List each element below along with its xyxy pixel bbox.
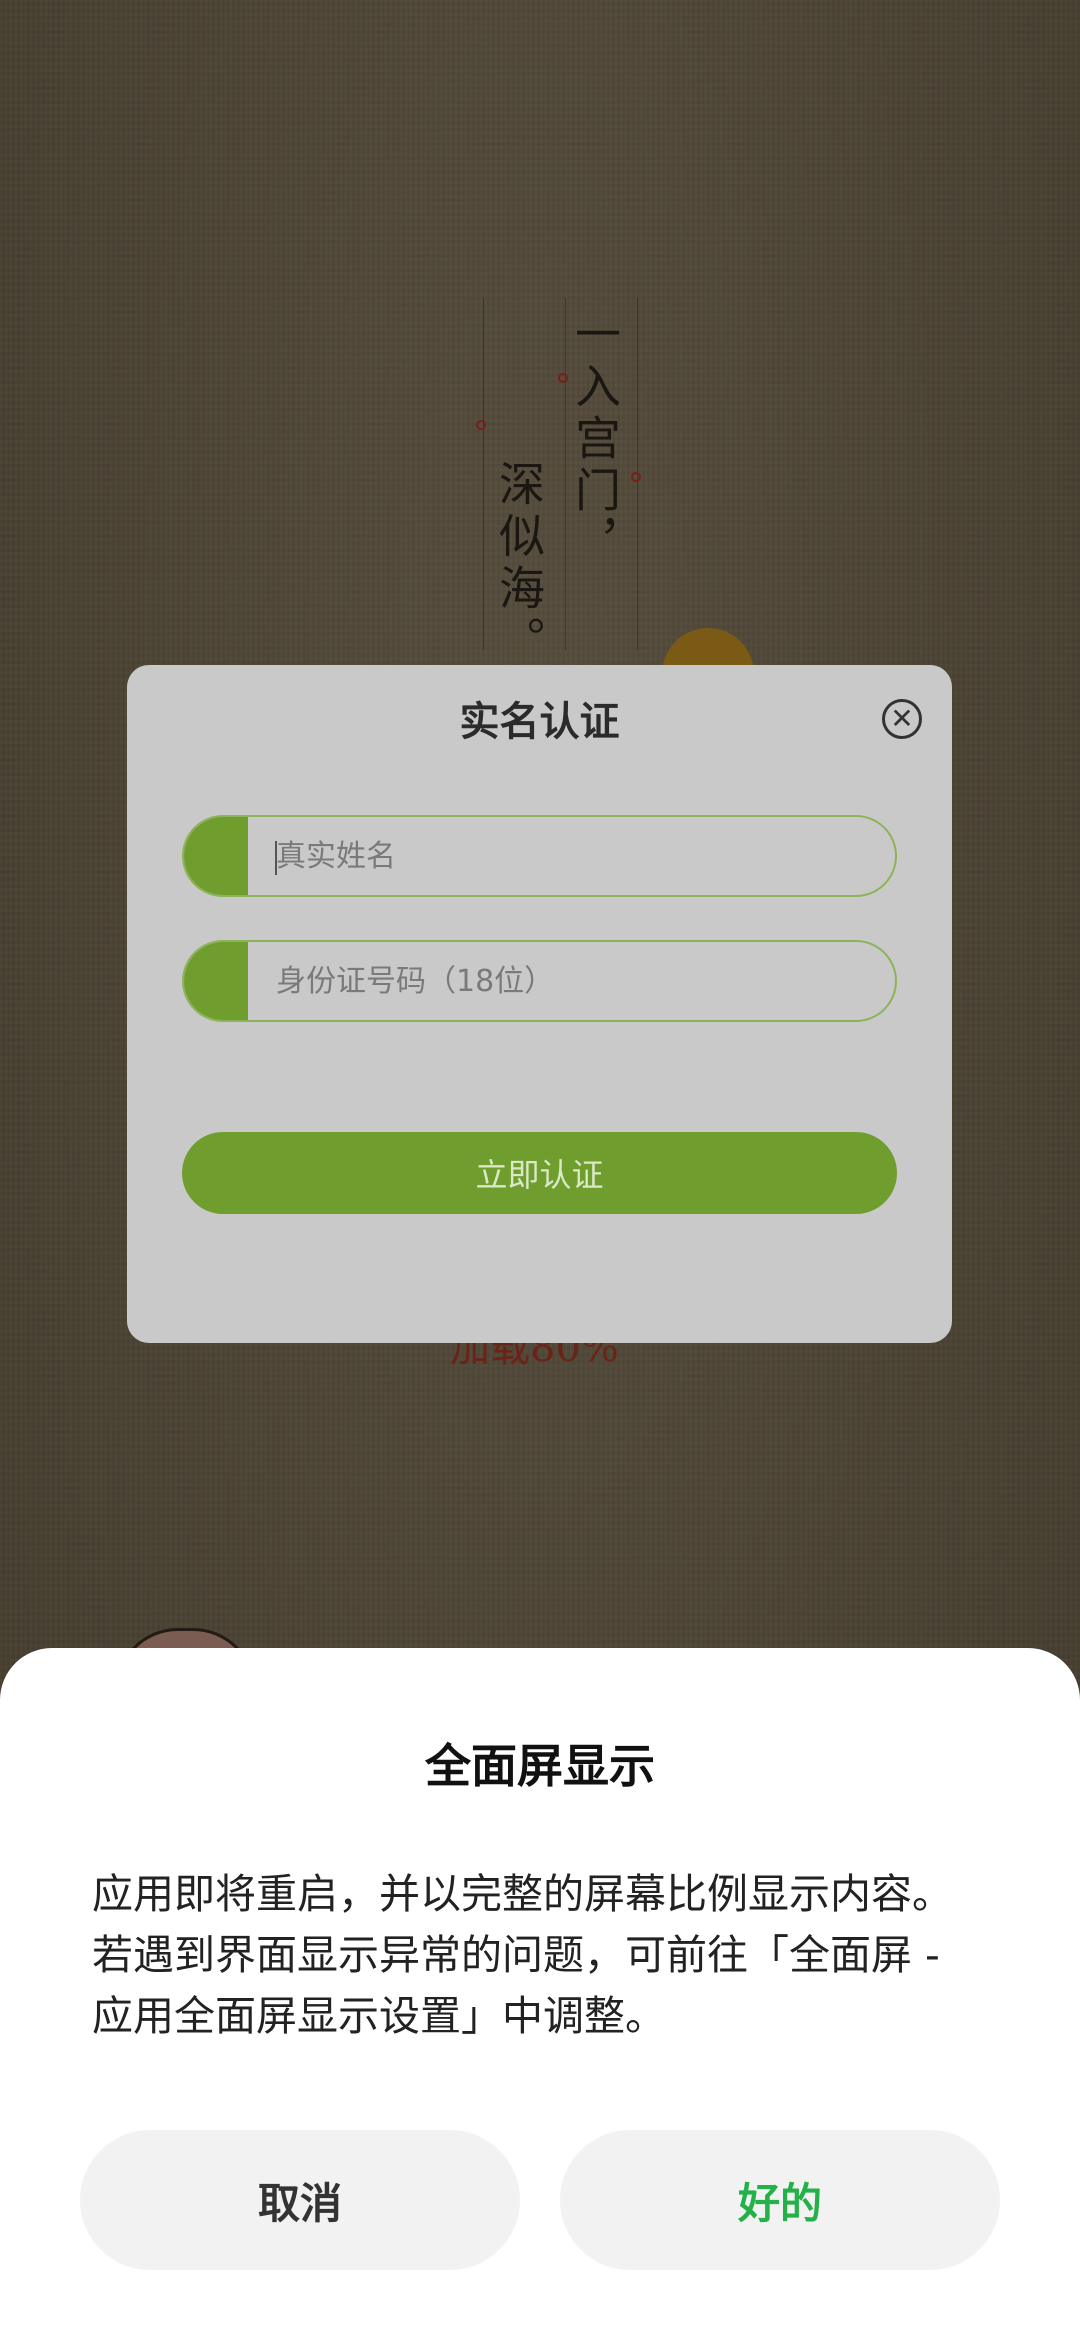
poem-line-2: 深似海。 bbox=[492, 460, 546, 668]
ok-button[interactable]: 好的 bbox=[560, 2130, 1000, 2270]
dialog-title: 实名认证 bbox=[459, 699, 620, 745]
verify-button[interactable]: 立即认证 bbox=[182, 1132, 897, 1214]
id-field-icon bbox=[184, 942, 248, 1020]
name-input[interactable] bbox=[276, 817, 876, 895]
poem-dot bbox=[631, 472, 641, 482]
poem-dot bbox=[558, 373, 568, 383]
id-field[interactable] bbox=[182, 940, 897, 1022]
close-icon[interactable]: ✕ bbox=[882, 699, 922, 739]
sheet-message: 应用即将重启，并以完整的屏幕比例显示内容。若遇到界面显示异常的问题，可前往「全面… bbox=[92, 1870, 953, 2040]
name-field[interactable] bbox=[182, 815, 897, 897]
id-input[interactable] bbox=[276, 942, 876, 1020]
poem-line-1: 一入宫门， bbox=[568, 310, 622, 570]
fullscreen-sheet: 全面屏显示 应用即将重启，并以完整的屏幕比例显示内容。若遇到界面显示异常的问题，… bbox=[0, 1648, 1080, 2340]
verify-dialog: 实名认证 ✕ 立即认证 bbox=[127, 665, 952, 1343]
text-cursor bbox=[275, 841, 277, 875]
poem-divider bbox=[483, 298, 484, 650]
cancel-button[interactable]: 取消 bbox=[80, 2130, 520, 2270]
poem-dot bbox=[476, 420, 486, 430]
sheet-title: 全面屏显示 bbox=[425, 1739, 655, 1793]
name-field-icon bbox=[184, 817, 248, 895]
